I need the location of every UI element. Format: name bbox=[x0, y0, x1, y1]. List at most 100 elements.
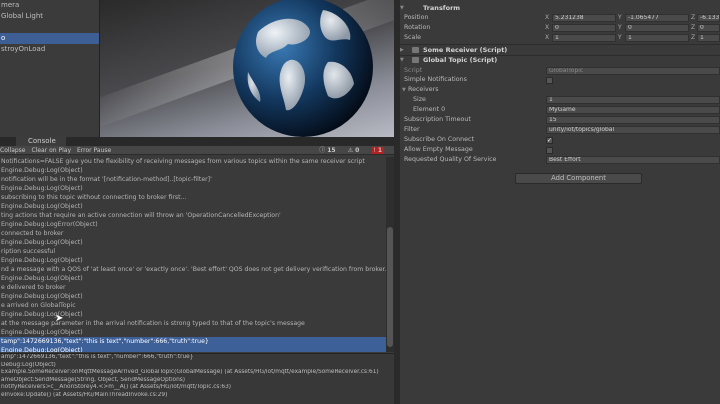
position-row: Position X5.231238 Y-1.065477 Z-6.1334 bbox=[400, 13, 720, 23]
log-entry[interactable]: subscribing to this topic without connec… bbox=[0, 193, 386, 211]
log-entry[interactable]: nd a message with a QOS of 'at least onc… bbox=[0, 265, 386, 283]
receivers-row[interactable]: ▼ Receivers bbox=[400, 85, 720, 95]
global-topic-header[interactable]: ▼ Global Topic (Script) bbox=[400, 55, 720, 65]
log-entry[interactable]: tamp":1472669136,"text":"this is text","… bbox=[0, 337, 386, 352]
element0-field[interactable]: MyGame bbox=[546, 106, 720, 114]
log-scrollbar[interactable] bbox=[386, 157, 394, 352]
detail-line: Debug:Log(Object) bbox=[1, 361, 56, 368]
size-row: Size 1 bbox=[400, 95, 720, 105]
error-count-toggle[interactable]: ! 1 bbox=[371, 147, 384, 154]
log-source: Engine.Debug:LogError(Object) bbox=[1, 221, 98, 228]
log-count-toggle[interactable]: ⓘ 15 bbox=[319, 147, 335, 154]
axis-label: X bbox=[545, 24, 550, 31]
clear-on-play-button[interactable]: Clear on Play bbox=[32, 147, 72, 154]
log-entry[interactable]: connected to broker Engine.Debug:Log(Obje… bbox=[0, 229, 386, 247]
tab-console[interactable]: Console bbox=[16, 137, 66, 146]
error-pause-button[interactable]: Error Pause bbox=[77, 147, 111, 154]
hierarchy-item-selected[interactable]: o bbox=[0, 33, 99, 44]
qos-dropdown[interactable]: Best Effort bbox=[546, 156, 720, 164]
axis-label: Y bbox=[618, 14, 622, 21]
transform-header[interactable]: ▼ Transform bbox=[400, 3, 720, 13]
scene-view[interactable] bbox=[100, 0, 394, 137]
element0-label: Element 0 bbox=[413, 106, 446, 113]
scale-z-field[interactable]: 1 bbox=[697, 34, 720, 42]
log-source: Engine.Debug:Log(Object) bbox=[1, 203, 83, 210]
log-message: Notifications=FALSE give you the flexibi… bbox=[1, 158, 365, 165]
log-counts: ⓘ 15 ⚠ 0 ! 1 bbox=[315, 146, 390, 155]
script-field: GlobalTopic bbox=[546, 67, 720, 75]
console-toolbar: Collapse Clear on Play Error Pause ⓘ 15 ⚠ … bbox=[0, 146, 394, 155]
log-entry[interactable]: ription successful Engine.Debug:Log(Objec… bbox=[0, 247, 386, 265]
receivers-label: Receivers bbox=[408, 86, 439, 93]
position-label: Position bbox=[404, 14, 429, 21]
log-message: connected to broker bbox=[1, 230, 64, 237]
some-receiver-header[interactable]: ▶ Some Receiver (Script) bbox=[400, 45, 720, 55]
allow-empty-row: Allow Empty Message bbox=[400, 145, 720, 155]
axis-label: Z bbox=[691, 34, 696, 41]
position-z-field[interactable]: -6.1334 bbox=[697, 14, 720, 22]
log-detail[interactable]: amp":1472669136,"text":"this is text","n… bbox=[0, 353, 394, 404]
fold-arrow-icon[interactable]: ▼ bbox=[400, 3, 404, 13]
position-x-field[interactable]: 5.231238 bbox=[552, 14, 616, 22]
subscribe-on-connect-checkbox[interactable]: ✓ bbox=[546, 137, 553, 144]
script-icon bbox=[412, 47, 419, 53]
scale-label: Scale bbox=[404, 34, 421, 41]
rotation-y-field[interactable]: 0 bbox=[625, 24, 689, 32]
hierarchy-item[interactable]: stroyOnLoad bbox=[0, 44, 99, 55]
log-source: Engine.Debug:Log(Object) bbox=[1, 257, 83, 264]
scrollbar-thumb[interactable] bbox=[387, 227, 393, 347]
warning-count-toggle[interactable]: ⚠ 0 bbox=[348, 147, 359, 154]
qos-label: Requested Quality Of Service bbox=[404, 156, 497, 163]
component-title: Transform bbox=[423, 4, 461, 12]
subscription-timeout-field[interactable]: 15 bbox=[546, 116, 720, 124]
rotation-z-field[interactable]: 0 bbox=[697, 24, 720, 32]
axis-label: Y bbox=[618, 34, 622, 41]
log-entry[interactable]: ting actions that require an active conn… bbox=[0, 211, 386, 229]
simple-notifications-checkbox[interactable] bbox=[546, 77, 553, 84]
log-message: notification will be in the format '[not… bbox=[1, 176, 212, 183]
rotation-x-field[interactable]: 0 bbox=[552, 24, 616, 32]
log-message: nd a message with a QOS of 'at least onc… bbox=[1, 266, 386, 273]
log-message: subscribing to this topic without connec… bbox=[1, 194, 187, 201]
subscription-timeout-label: Subscription Timeout bbox=[404, 116, 471, 123]
rotation-row: Rotation X0 Y0 Z0 bbox=[400, 23, 720, 33]
inspector-panel: ▼ Transform Position X 5.231238 Y -1.06547… bbox=[400, 0, 720, 404]
add-component-button[interactable]: Add Component bbox=[515, 173, 642, 184]
log-entry[interactable]: Notifications=FALSE give you the flexibi… bbox=[0, 157, 386, 175]
fold-arrow-icon[interactable]: ▶ bbox=[400, 45, 404, 55]
filter-label: Filter bbox=[404, 126, 420, 133]
scale-x-field[interactable]: 1 bbox=[552, 34, 616, 42]
log-source: Engine.Debug:Log(Object) bbox=[1, 167, 83, 174]
fold-arrow-icon[interactable]: ▼ bbox=[400, 55, 404, 65]
fold-arrow-icon[interactable]: ▼ bbox=[402, 85, 406, 95]
mouse-cursor-icon: ➤ bbox=[55, 313, 64, 324]
filter-field[interactable]: unity/iot/topics/global bbox=[546, 126, 720, 134]
allow-empty-checkbox[interactable] bbox=[546, 147, 553, 154]
hierarchy-item[interactable]: Global Light bbox=[0, 11, 99, 22]
log-source: Engine.Debug:Log(Object) bbox=[1, 347, 83, 352]
log-entry[interactable]: e delivered to broker Engine.Debug:Log(Ob… bbox=[0, 283, 386, 301]
axis-label: Y bbox=[618, 24, 622, 31]
qos-row: Requested Quality Of Service Best Effort bbox=[400, 155, 720, 165]
scale-y-field[interactable]: 1 bbox=[625, 34, 689, 42]
hierarchy-item[interactable]: mera bbox=[0, 0, 99, 11]
collapse-button[interactable]: Collapse bbox=[0, 147, 26, 154]
hierarchy-panel: mera Global Light o stroyOnLoad bbox=[0, 0, 100, 137]
globe-object[interactable] bbox=[228, 0, 378, 137]
size-label: Size bbox=[413, 96, 426, 103]
detail-line: ameObject:SendMessage(String, Object, Se… bbox=[1, 376, 186, 383]
subscription-timeout-row: Subscription Timeout 15 bbox=[400, 115, 720, 125]
rotation-label: Rotation bbox=[404, 24, 431, 31]
log-source: Engine.Debug:Log(Object) bbox=[1, 275, 83, 282]
log-message: ription successful bbox=[1, 248, 56, 255]
detail-line: eInvoke:Update() (at Assets/HG/MainThrea… bbox=[1, 391, 168, 398]
log-entry[interactable]: notification will be in the format '[not… bbox=[0, 175, 386, 193]
log-message: e arrived on GlobalTopic bbox=[1, 302, 76, 309]
allow-empty-label: Allow Empty Message bbox=[404, 146, 473, 153]
hierarchy-item[interactable] bbox=[0, 22, 99, 33]
size-field[interactable]: 1 bbox=[546, 96, 720, 104]
log-source: Engine.Debug:Log(Object) bbox=[1, 185, 83, 192]
component-title: Global Topic (Script) bbox=[423, 56, 498, 64]
simple-notifications-label: Simple Notifications bbox=[404, 76, 467, 83]
position-y-field[interactable]: -1.065477 bbox=[625, 14, 689, 22]
